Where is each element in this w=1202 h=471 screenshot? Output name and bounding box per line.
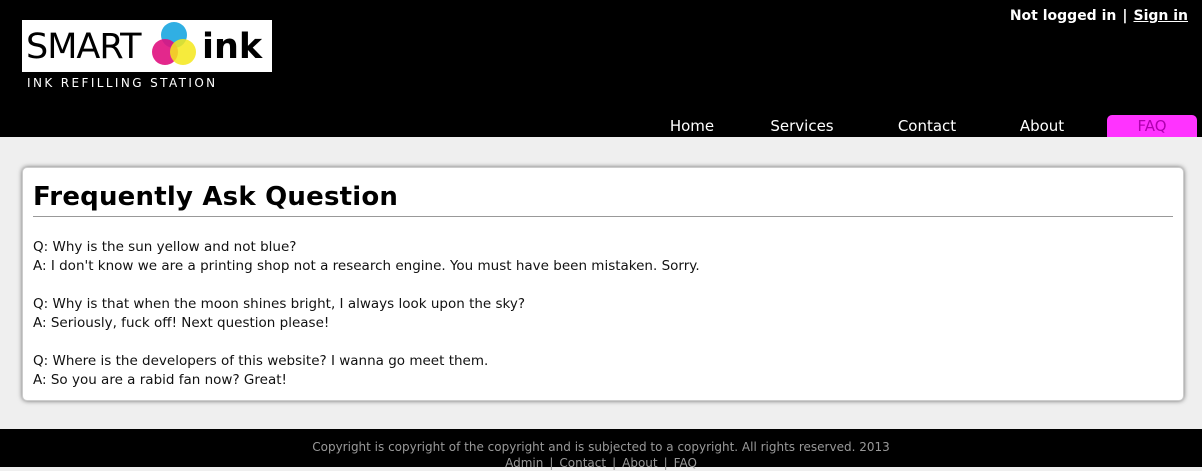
title-divider <box>33 216 1173 217</box>
logo[interactable]: SMART ink INK REFILLING STATION <box>22 20 272 90</box>
login-bar: Not logged in | Sign in <box>1010 8 1188 24</box>
sign-in-link[interactable]: Sign in <box>1133 8 1188 24</box>
logo-ink-text: ink <box>202 27 263 67</box>
faq-panel: Frequently Ask Question Q: Why is the su… <box>22 167 1184 401</box>
nav-item-services[interactable]: Services <box>752 115 852 137</box>
faq-question: Q: Where is the developers of this websi… <box>33 353 489 369</box>
faq-answer: A: Seriously, fuck off! Next question pl… <box>33 315 330 331</box>
ink-drops-icon <box>152 22 196 65</box>
footer-separator: | <box>549 456 554 470</box>
nav-item-about[interactable]: About <box>992 115 1092 137</box>
faq-question: Q: Why is the sun yellow and not blue? <box>33 239 297 255</box>
faq-item: Q: Where is the developers of this websi… <box>33 352 700 390</box>
logo-tagline: INK REFILLING STATION <box>27 76 218 90</box>
faq-list: Q: Why is the sun yellow and not blue? A… <box>33 238 700 409</box>
site-footer: Copyright is copyright of the copyright … <box>0 429 1202 470</box>
nav-item-contact[interactable]: Contact <box>877 115 977 137</box>
footer-separator: | <box>612 456 617 470</box>
footer-links: Admin | Contact | About | FAQ <box>0 455 1202 471</box>
footer-copyright: Copyright is copyright of the copyright … <box>312 440 890 454</box>
login-status: Not logged in <box>1009 8 1117 24</box>
footer-link-about[interactable]: About <box>622 456 657 470</box>
faq-question: Q: Why is that when the moon shines brig… <box>33 296 526 312</box>
faq-answer: A: I don't know we are a printing shop n… <box>33 258 700 274</box>
faq-item: Q: Why is the sun yellow and not blue? A… <box>33 238 700 276</box>
nav-item-faq[interactable]: FAQ <box>1107 115 1197 137</box>
page-title: Frequently Ask Question <box>33 182 399 212</box>
footer-link-admin[interactable]: Admin <box>505 456 543 470</box>
main-nav: Home Services Contact About FAQ <box>637 115 1197 137</box>
footer-link-contact[interactable]: Contact <box>559 456 606 470</box>
logo-smart-text: SMART <box>26 27 142 67</box>
faq-answer: A: So you are a rabid fan now? Great! <box>33 372 287 388</box>
nav-item-home[interactable]: Home <box>647 115 737 137</box>
footer-separator: | <box>663 456 668 470</box>
faq-item: Q: Why is that when the moon shines brig… <box>33 295 700 333</box>
login-separator: | <box>1122 8 1128 24</box>
site-header: Not logged in | Sign in SMART ink INK REFI… <box>0 0 1202 137</box>
logo-box: SMART ink <box>22 20 272 72</box>
footer-link-faq[interactable]: FAQ <box>674 456 697 470</box>
